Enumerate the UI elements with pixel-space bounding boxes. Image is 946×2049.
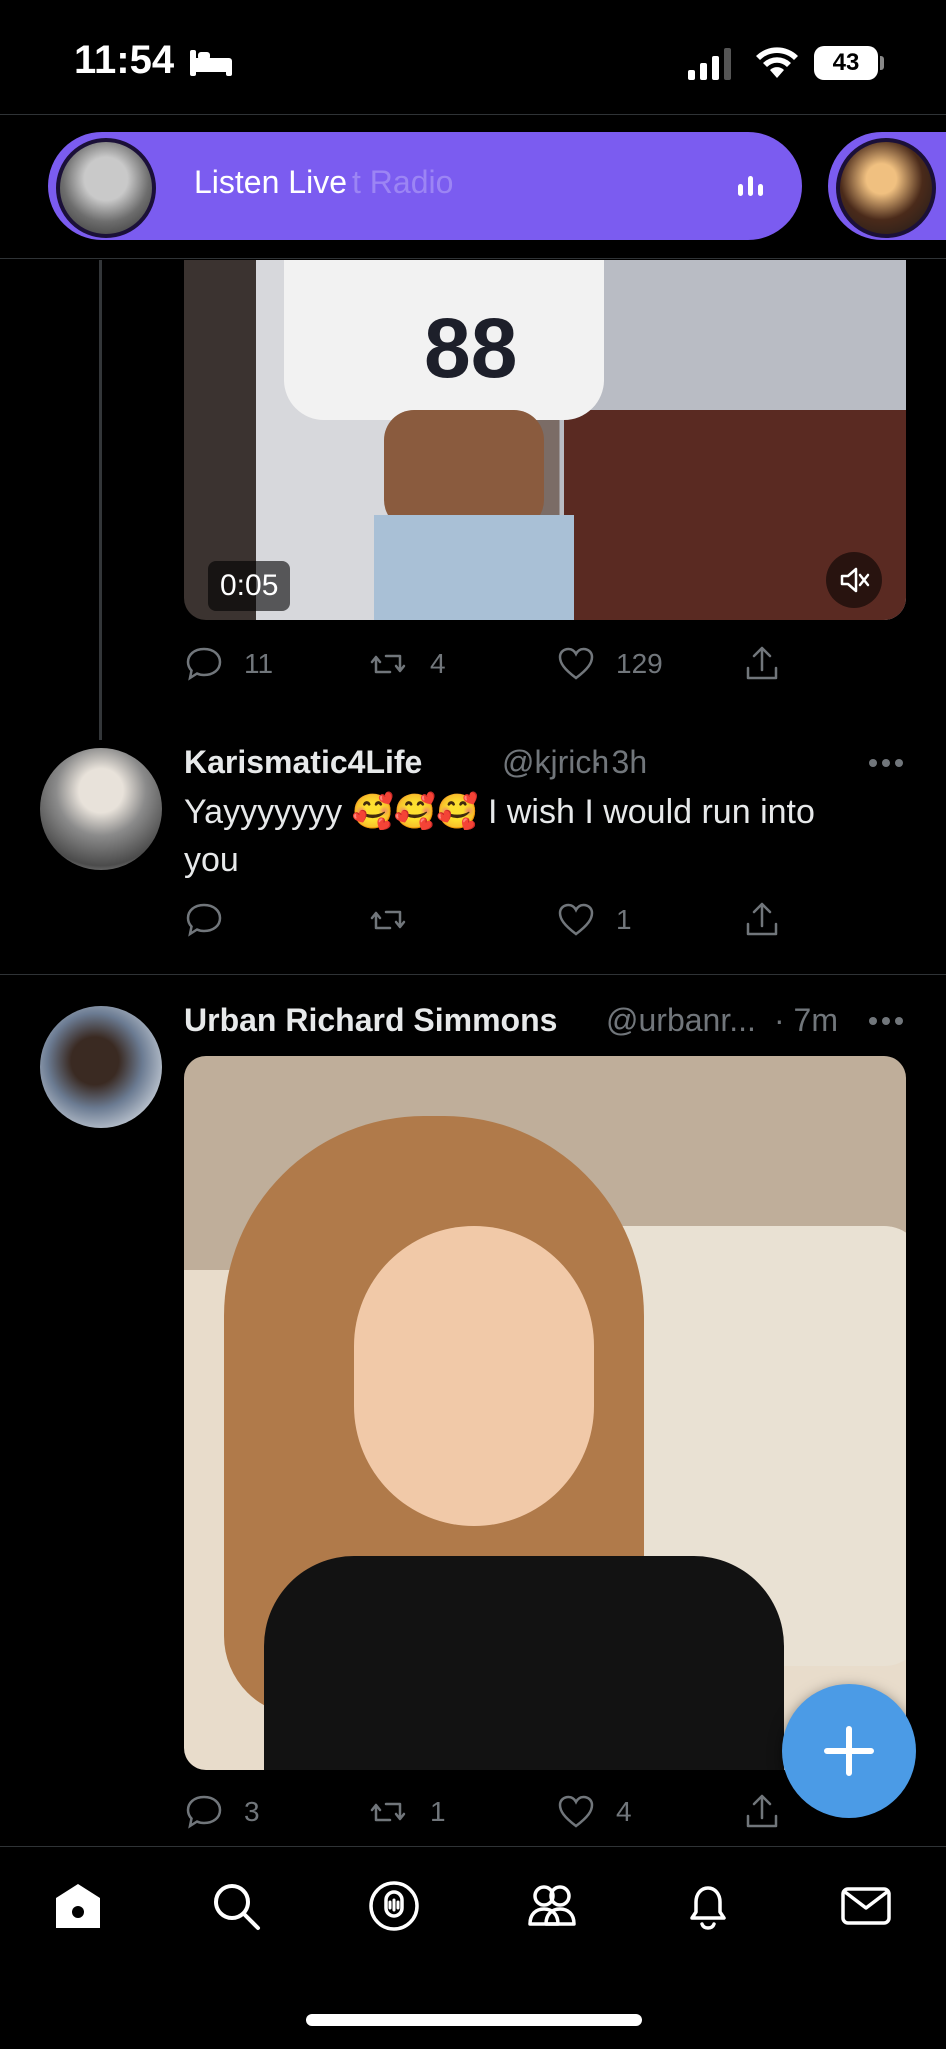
retweet-icon[interactable] <box>368 900 408 940</box>
retweet-count: 4 <box>430 648 446 679</box>
speaker-muted-icon <box>840 567 870 593</box>
wifi-icon <box>756 47 798 78</box>
home-indicator[interactable] <box>306 2014 642 2026</box>
like-heart-icon[interactable] <box>556 900 596 940</box>
reply-count: 11 <box>244 648 274 679</box>
avatar[interactable] <box>40 1006 162 1128</box>
header-divider-bottom <box>0 258 946 259</box>
like-count: 4 <box>616 1796 632 1827</box>
retweet-count: 1 <box>430 1796 446 1827</box>
share-icon[interactable] <box>742 900 782 940</box>
home-icon[interactable] <box>50 1878 106 1934</box>
retweet-icon[interactable] <box>368 644 408 684</box>
display-name[interactable]: Karismatic4Life <box>184 744 422 781</box>
search-icon[interactable] <box>208 1878 264 1934</box>
listen-live-label: Listen Live <box>194 164 347 200</box>
battery-tip <box>880 56 884 70</box>
live-title-faded: t Radio <box>352 164 454 200</box>
like-count: 1 <box>616 904 632 935</box>
tweet-time: · 7m <box>774 1002 838 1038</box>
more-options-icon[interactable] <box>868 1016 904 1026</box>
battery-indicator: 43 <box>814 46 878 80</box>
header-divider-top <box>0 114 946 115</box>
audio-equalizer-icon <box>738 176 766 196</box>
status-time: 11:54 <box>74 38 175 82</box>
video-timer: 0:05 <box>208 561 291 611</box>
jersey-number: 88 <box>424 301 518 395</box>
video-media[interactable]: 88 <box>184 260 906 620</box>
tweet-text: Yayyyyyyy 🥰🥰🥰 I wish I would run into <box>184 793 815 831</box>
retweet-icon[interactable] <box>368 1792 408 1832</box>
compose-tweet-button[interactable] <box>782 1684 916 1818</box>
user-handle[interactable]: @urbanr... <box>606 1002 756 1039</box>
reply-count: 3 <box>244 1796 260 1827</box>
reply-icon[interactable] <box>184 644 224 684</box>
notifications-icon[interactable] <box>680 1878 736 1934</box>
photo-media[interactable] <box>184 1056 906 1770</box>
like-heart-icon[interactable] <box>556 1792 596 1832</box>
reply-icon[interactable] <box>184 900 224 940</box>
thread-connector <box>99 260 102 740</box>
share-icon[interactable] <box>742 1792 782 1832</box>
live-host-avatar[interactable] <box>56 138 156 238</box>
live-secondary-avatar[interactable] <box>836 138 936 238</box>
tweet-time: · 3h <box>592 744 648 780</box>
tweet-text-line-2: you <box>184 841 239 879</box>
display-name[interactable]: Urban Richard Simmons <box>184 1002 557 1039</box>
plus-icon <box>824 1726 874 1776</box>
more-options-icon[interactable] <box>868 758 904 768</box>
like-heart-icon[interactable] <box>556 644 596 684</box>
like-count: 129 <box>616 648 663 679</box>
avatar[interactable] <box>40 748 162 870</box>
share-icon[interactable] <box>742 644 782 684</box>
tweet-divider <box>0 974 946 975</box>
sleep-bed-icon <box>190 50 232 76</box>
messages-icon[interactable] <box>838 1878 894 1934</box>
spaces-icon[interactable] <box>366 1878 422 1934</box>
mute-button[interactable] <box>826 552 882 608</box>
cellular-signal-icon <box>688 48 731 80</box>
communities-icon[interactable] <box>524 1878 580 1934</box>
reply-icon[interactable] <box>184 1792 224 1832</box>
